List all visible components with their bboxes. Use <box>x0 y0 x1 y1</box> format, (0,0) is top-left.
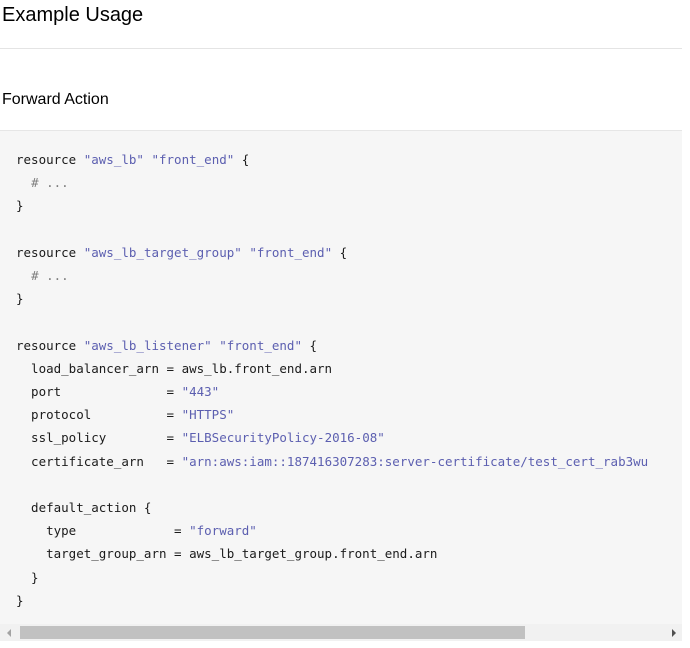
code-line: protocol = "HTTPS" <box>16 407 234 422</box>
scroll-left-arrow-shape <box>6 628 11 637</box>
code-text: } <box>16 291 24 307</box>
code-text: { <box>332 244 348 260</box>
code-text: target_group_arn = aws_lb_target_group.f… <box>16 546 438 562</box>
code-text: resource <box>16 244 84 260</box>
code-line: port = "443" <box>16 384 219 399</box>
code-text: default_action { <box>16 500 152 516</box>
code-line: # ... <box>16 175 69 190</box>
code-string: "HTTPS" <box>181 407 235 423</box>
code-text: { <box>302 337 318 353</box>
code-text: } <box>16 592 24 608</box>
code-line: # ... <box>16 268 69 283</box>
code-string: "443" <box>181 384 220 400</box>
code-string: "front_end" <box>219 337 302 353</box>
scroll-right-arrow-icon[interactable] <box>665 624 682 641</box>
code-text: } <box>16 198 24 214</box>
code-line: target_group_arn = aws_lb_target_group.f… <box>16 546 437 561</box>
code-line: } <box>16 593 24 608</box>
code-line: default_action { <box>16 500 151 515</box>
code-line: } <box>16 198 24 213</box>
code-text: resource <box>16 337 84 353</box>
code-line: type = "forward" <box>16 523 257 538</box>
code-line: } <box>16 570 39 585</box>
code-text: { <box>234 152 250 167</box>
code-text: } <box>16 569 39 585</box>
code-string: "front_end" <box>151 152 235 167</box>
code-block: resource "aws_lb" "front_end" { # ... } … <box>0 130 682 625</box>
code-line: } <box>16 291 24 306</box>
page-title: Example Usage <box>2 4 144 26</box>
code-text: certificate_arn = <box>16 453 182 469</box>
code-string: "front_end" <box>249 244 333 260</box>
code-string: "ELBSecurityPolicy-2016-08" <box>181 430 385 446</box>
scroll-right-arrow-shape <box>671 628 676 637</box>
code-text: resource <box>16 152 84 167</box>
code-line: load_balancer_arn = aws_lb.front_end.arn <box>16 361 332 376</box>
code-text: port = <box>16 384 182 400</box>
code-text: load_balancer_arn = aws_lb.front_end.arn <box>16 360 333 376</box>
horizontal-scrollbar[interactable] <box>0 624 682 641</box>
scroll-left-arrow-icon[interactable] <box>0 624 17 641</box>
section-title: Forward Action <box>2 91 109 108</box>
code-string: "aws_lb" <box>83 152 144 167</box>
code-content: resource "aws_lb" "front_end" { # ... } … <box>16 148 648 612</box>
scroll-thumb[interactable] <box>20 626 525 639</box>
code-line: certificate_arn = "arn:aws:iam::18741630… <box>16 454 648 469</box>
code-line: ssl_policy = "ELBSecurityPolicy-2016-08" <box>16 430 385 445</box>
code-line: resource "aws_lb" "front_end" { <box>16 152 249 167</box>
code-string: "forward" <box>189 523 257 539</box>
code-text: protocol = <box>16 407 182 423</box>
code-string: "arn:aws:iam::187416307283:server-certif… <box>181 453 649 469</box>
code-line: resource "aws_lb_target_group" "front_en… <box>16 245 347 260</box>
code-string: "aws_lb_listener" <box>83 337 212 353</box>
heading-divider <box>0 48 682 49</box>
code-comment: # ... <box>31 175 69 191</box>
code-comment: # ... <box>31 268 69 284</box>
code-line: resource "aws_lb_listener" "front_end" { <box>16 338 317 353</box>
code-lines: resource "aws_lb" "front_end" { # ... } … <box>16 152 648 608</box>
code-string: "aws_lb_target_group" <box>83 244 242 260</box>
code-text: ssl_policy = <box>16 430 182 446</box>
code-text: type = <box>16 523 190 539</box>
